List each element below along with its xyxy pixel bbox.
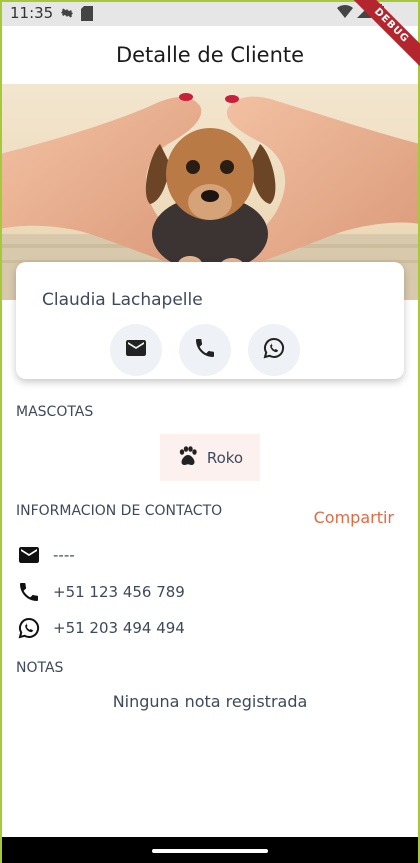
- notes-section-title: NOTAS: [16, 660, 64, 676]
- paw-icon: [177, 445, 199, 470]
- contact-phone-row[interactable]: +51 123 456 789: [16, 580, 185, 604]
- email-icon: [16, 543, 42, 567]
- contact-whatsapp-value: +51 203 494 494: [53, 619, 185, 637]
- status-time: 11:35: [10, 4, 54, 22]
- pet-chip-roko[interactable]: Roko: [160, 434, 260, 481]
- customer-name: Claudia Lachapelle: [42, 290, 203, 310]
- contact-actions: [110, 324, 300, 376]
- pet-name: Roko: [206, 448, 244, 467]
- pets-section-title: MASCOTAS: [16, 404, 94, 420]
- contact-email-row[interactable]: ----: [16, 543, 75, 567]
- home-gesture-handle[interactable]: [152, 849, 268, 853]
- email-button[interactable]: [110, 324, 162, 376]
- contact-whatsapp-row[interactable]: +51 203 494 494: [16, 616, 185, 640]
- whatsapp-icon: [16, 616, 42, 640]
- call-button[interactable]: [179, 324, 231, 376]
- phone-icon: [16, 580, 42, 604]
- customer-card: Claudia Lachapelle: [16, 262, 404, 379]
- wifi-icon: [337, 4, 353, 23]
- app-bar: Detalle de Cliente: [0, 26, 420, 84]
- contact-section-title: INFORMACION DE CONTACTO: [16, 503, 223, 519]
- whatsapp-icon: [262, 336, 286, 364]
- share-button[interactable]: Compartir: [314, 508, 394, 527]
- system-navigation-bar: [0, 837, 420, 863]
- whatsapp-button[interactable]: [248, 324, 300, 376]
- settings-gear-icon: [59, 5, 75, 21]
- contact-phone-value: +51 123 456 789: [53, 583, 185, 601]
- sd-card-icon: [81, 5, 94, 21]
- page-title: Detalle de Cliente: [115, 43, 305, 67]
- email-icon: [124, 336, 148, 364]
- notes-empty-message: Ninguna nota registrada: [112, 692, 308, 711]
- contact-email-value: ----: [53, 546, 75, 564]
- phone-icon: [193, 336, 217, 364]
